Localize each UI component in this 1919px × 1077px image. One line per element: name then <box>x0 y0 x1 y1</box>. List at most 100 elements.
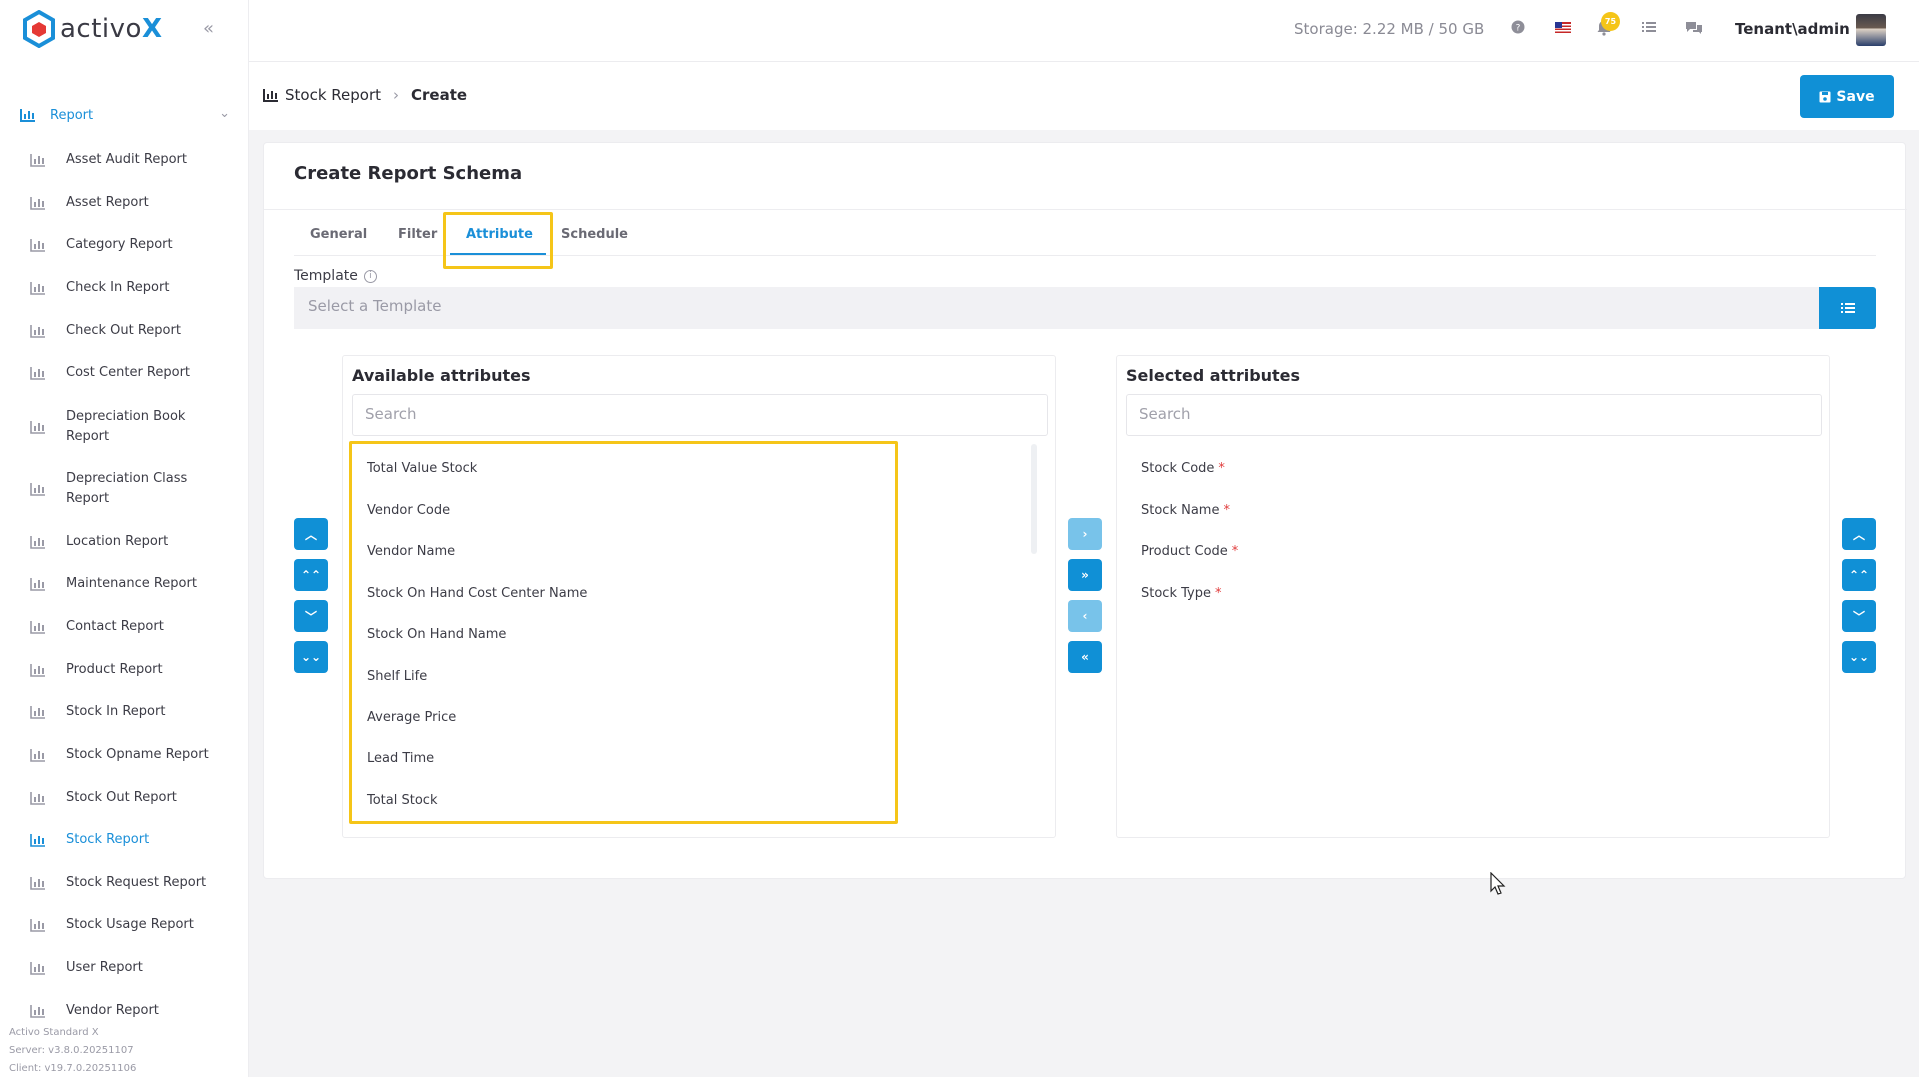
selected-move-up-button[interactable]: ︿ <box>1842 518 1876 550</box>
sidebar-item[interactable]: Depreciation Class Report <box>30 469 230 509</box>
available-attributes-title: Available attributes <box>352 366 531 385</box>
selected-attribute-label: Stock Type <box>1141 586 1211 601</box>
selected-attribute-item[interactable]: Stock Code * <box>1141 461 1225 476</box>
task-list-icon[interactable] <box>1642 20 1656 34</box>
sidebar-item[interactable]: Stock Opname Report <box>30 745 230 765</box>
sidebar-item[interactable]: Cost Center Report <box>30 363 230 383</box>
collapse-sidebar-icon[interactable]: « <box>203 18 214 39</box>
double-chevron-up-icon: ⌃⌃ <box>1848 568 1870 582</box>
selected-attribute-item[interactable]: Stock Type * <box>1141 586 1221 601</box>
selected-move-top-button[interactable]: ⌃⌃ <box>1842 559 1876 591</box>
template-list-button[interactable] <box>1819 287 1876 329</box>
scrollbar[interactable] <box>1031 444 1037 554</box>
sidebar-item-label: Depreciation Class Report <box>66 471 188 506</box>
save-button[interactable]: Save <box>1800 75 1894 118</box>
breadcrumb-current: Create <box>411 86 468 104</box>
chat-icon[interactable] <box>1685 20 1703 35</box>
sidebar-item[interactable]: Stock Usage Report <box>30 915 230 935</box>
chevron-down-icon: ﹀ <box>304 609 317 624</box>
tab-general[interactable]: General <box>310 227 367 242</box>
sidebar-item[interactable]: Check In Report <box>30 278 230 298</box>
sidebar-item[interactable]: User Report <box>30 958 230 978</box>
chart-icon <box>30 482 48 496</box>
sidebar-item[interactable]: Asset Audit Report <box>30 150 230 170</box>
selected-search-input[interactable]: Search <box>1126 394 1822 436</box>
sidebar-item[interactable]: Maintenance Report <box>30 574 230 594</box>
move-left-button[interactable]: ‹ <box>1068 600 1102 632</box>
avatar[interactable] <box>1856 14 1886 46</box>
double-chevron-up-icon: ⌃⌃ <box>300 568 322 582</box>
move-all-left-button[interactable]: « <box>1068 641 1102 673</box>
sidebar-item[interactable]: Stock In Report <box>30 702 230 722</box>
breadcrumb-root[interactable]: Stock Report <box>285 86 381 104</box>
attribute-tab-highlight <box>443 212 553 269</box>
help-icon[interactable]: ? <box>1511 20 1525 34</box>
sidebar-item[interactable]: Contact Report <box>30 617 230 637</box>
save-icon <box>1819 91 1831 103</box>
user-name[interactable]: Tenant\admin <box>1735 20 1850 38</box>
card-title: Create Report Schema <box>294 163 523 184</box>
chart-icon <box>30 420 48 434</box>
sidebar-item-label: Stock Usage Report <box>66 917 194 932</box>
sidebar-item-label: Stock Out Report <box>66 790 177 805</box>
move-bottom-button[interactable]: ⌄⌄ <box>294 641 328 673</box>
sidebar-item-label: Check Out Report <box>66 323 181 338</box>
tab-filter[interactable]: Filter <box>398 227 437 242</box>
sidebar-item[interactable]: Check Out Report <box>30 321 230 341</box>
app-logo[interactable]: activoX <box>22 10 163 48</box>
sidebar-item[interactable]: Location Report <box>30 532 230 552</box>
sidebar-item-label: Product Report <box>66 662 163 677</box>
chevron-up-icon: ︿ <box>1852 527 1865 542</box>
chart-icon <box>30 535 48 549</box>
move-right-button[interactable]: › <box>1068 518 1102 550</box>
mouse-cursor-icon <box>1490 872 1506 896</box>
chevron-right-icon: › <box>393 86 400 104</box>
template-select[interactable]: Select a Template <box>294 287 1819 329</box>
chart-icon <box>30 238 48 252</box>
notification-badge: 75 <box>1601 12 1620 31</box>
available-list-highlight <box>349 441 898 824</box>
selected-move-down-button[interactable]: ﹀ <box>1842 600 1876 632</box>
selected-attribute-label: Stock Code <box>1141 461 1215 476</box>
breadcrumb: Stock Report › Create <box>263 86 467 104</box>
sidebar-item-label: Stock Report <box>66 832 150 847</box>
sidebar-item[interactable]: Stock Out Report <box>30 788 230 808</box>
selected-attribute-item[interactable]: Product Code * <box>1141 544 1238 559</box>
chevron-down-icon: ﹀ <box>1852 609 1865 624</box>
sidebar-item[interactable]: Asset Report <box>30 193 230 213</box>
sidebar-item[interactable]: Depreciation Book Report <box>30 407 230 447</box>
sidebar-item[interactable]: Category Report <box>30 235 230 255</box>
chart-icon <box>263 88 279 102</box>
move-up-button[interactable]: ︿ <box>294 518 328 550</box>
sidebar-item-label: Asset Report <box>66 195 149 210</box>
required-marker: * <box>1214 586 1222 601</box>
divider <box>264 209 1907 210</box>
chart-icon <box>30 748 48 762</box>
template-label: Template i <box>294 268 377 284</box>
sidebar-section-report[interactable]: Report ⌄ <box>20 104 230 126</box>
sidebar-item-label: Stock In Report <box>66 704 166 719</box>
double-chevron-left-icon: « <box>1081 650 1089 664</box>
move-top-button[interactable]: ⌃⌃ <box>294 559 328 591</box>
sidebar-item-label: Asset Audit Report <box>66 152 187 167</box>
tab-schedule[interactable]: Schedule <box>561 227 628 242</box>
move-down-button[interactable]: ﹀ <box>294 600 328 632</box>
topbar: Storage: 2.22 MB / 50 GB ? 75 Tenant\adm… <box>249 0 1919 62</box>
available-search-input[interactable]: Search <box>352 394 1048 436</box>
sidebar-item[interactable]: Stock Report <box>30 830 230 850</box>
selected-move-bottom-button[interactable]: ⌄⌄ <box>1842 641 1876 673</box>
chevron-left-icon: ‹ <box>1082 609 1088 623</box>
list-icon <box>1840 302 1855 314</box>
sidebar-item-label: Depreciation Book Report <box>66 409 186 444</box>
sidebar-item[interactable]: Vendor Report <box>30 1001 230 1021</box>
sidebar-item[interactable]: Product Report <box>30 660 230 680</box>
info-icon: i <box>363 269 377 283</box>
sidebar-item-label: Stock Opname Report <box>66 747 209 762</box>
move-all-right-button[interactable]: » <box>1068 559 1102 591</box>
selected-attribute-item[interactable]: Stock Name * <box>1141 503 1230 518</box>
chevron-down-icon: ⌄ <box>219 106 230 121</box>
sidebar-item[interactable]: Stock Request Report <box>30 873 230 893</box>
footer-server-version: Server: v3.8.0.20251107 <box>9 1045 134 1056</box>
us-flag-icon[interactable] <box>1555 22 1571 33</box>
storage-usage: Storage: 2.22 MB / 50 GB <box>1294 20 1485 38</box>
